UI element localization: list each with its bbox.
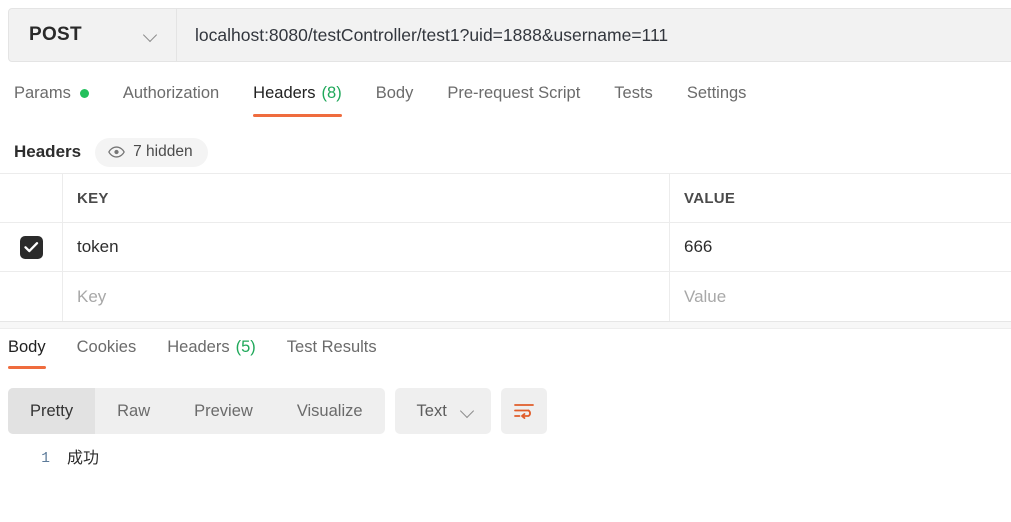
- column-header-key: KEY: [63, 174, 670, 222]
- header-key-value: token: [77, 237, 119, 256]
- chevron-down-icon: [461, 404, 475, 418]
- table-row: Key Value: [0, 272, 1011, 321]
- headers-section-title: Headers: [14, 142, 82, 161]
- url-text: localhost:8080/testController/test1?uid=…: [195, 24, 669, 45]
- view-mode-visualize[interactable]: Visualize: [275, 388, 385, 434]
- tab-body[interactable]: Body: [376, 80, 414, 117]
- tab-pre-request-script-label: Pre-request Script: [447, 84, 581, 102]
- hidden-headers-label: 7 hidden: [133, 143, 193, 160]
- new-header-key-placeholder: Key: [77, 286, 107, 306]
- response-tab-headers[interactable]: Headers (5): [167, 336, 256, 369]
- header-enabled-checkbox[interactable]: [19, 235, 43, 259]
- header-value-value: 666: [684, 237, 713, 256]
- response-tab-cookies-label: Cookies: [76, 338, 137, 356]
- tab-pre-request-script[interactable]: Pre-request Script: [447, 80, 580, 117]
- line-content: 成功: [67, 450, 100, 468]
- view-mode-raw-label: Raw: [117, 401, 151, 420]
- tab-settings[interactable]: Settings: [687, 80, 747, 117]
- response-format-select[interactable]: Text: [394, 388, 491, 434]
- tab-body-label: Body: [375, 84, 414, 102]
- params-modified-dot-icon: [79, 89, 89, 98]
- eye-icon: [108, 146, 125, 158]
- new-header-value-input[interactable]: Value: [670, 272, 1011, 321]
- response-tab-headers-label: Headers: [167, 338, 230, 356]
- word-wrap-button[interactable]: [500, 388, 547, 434]
- view-mode-raw[interactable]: Raw: [95, 388, 172, 434]
- headers-table: KEY VALUE token 666 Key Value: [0, 173, 1011, 322]
- row-checkbox-cell: [0, 223, 63, 271]
- hidden-headers-toggle[interactable]: 7 hidden: [95, 137, 208, 167]
- request-tabs: Params Authorization Headers (8) Body Pr…: [0, 80, 1011, 125]
- code-line: 1 成功: [0, 446, 1011, 472]
- tab-headers-count: (8): [321, 84, 342, 102]
- response-body-viewer[interactable]: 1 成功: [0, 446, 1011, 522]
- tab-authorization[interactable]: Authorization: [123, 80, 219, 117]
- tab-tests[interactable]: Tests: [614, 80, 653, 117]
- view-mode-preview[interactable]: Preview: [172, 388, 275, 434]
- tab-settings-label: Settings: [686, 84, 747, 102]
- tab-authorization-label: Authorization: [122, 84, 220, 102]
- tab-tests-label: Tests: [614, 84, 653, 102]
- headers-subheader: Headers 7 hidden: [0, 133, 1011, 171]
- tab-params[interactable]: Params: [14, 80, 89, 117]
- new-header-value-placeholder: Value: [684, 286, 727, 306]
- new-header-key-input[interactable]: Key: [63, 272, 670, 321]
- column-header-value-label: VALUE: [684, 189, 736, 207]
- response-tab-test-results[interactable]: Test Results: [287, 336, 377, 369]
- response-view-mode-group: Pretty Raw Preview Visualize: [8, 388, 385, 434]
- tab-headers[interactable]: Headers (8): [253, 80, 342, 117]
- postman-request-response-pane: POST localhost:8080/testController/test1…: [0, 0, 1011, 522]
- pane-divider-line: [0, 328, 1011, 329]
- view-mode-pretty-label: Pretty: [30, 401, 74, 420]
- url-row: POST localhost:8080/testController/test1…: [8, 8, 1011, 62]
- table-row: token 666: [0, 223, 1011, 272]
- chevron-down-icon: [144, 28, 158, 42]
- response-tab-body[interactable]: Body: [8, 336, 46, 369]
- view-mode-pretty[interactable]: Pretty: [8, 388, 96, 434]
- column-header-value: VALUE: [670, 174, 1011, 222]
- response-tab-body-label: Body: [8, 338, 46, 356]
- view-mode-preview-label: Preview: [194, 401, 253, 420]
- response-tab-test-results-label: Test Results: [286, 338, 377, 356]
- tab-params-label: Params: [14, 84, 71, 102]
- response-tab-cookies[interactable]: Cookies: [77, 336, 137, 369]
- table-header-row: KEY VALUE: [0, 174, 1011, 223]
- response-format-toolbar: Pretty Raw Preview Visualize Text: [8, 388, 547, 434]
- http-method-selector[interactable]: POST: [8, 8, 177, 62]
- response-format-value: Text: [416, 401, 447, 420]
- view-mode-visualize-label: Visualize: [296, 401, 363, 420]
- column-header-key-label: KEY: [77, 189, 109, 207]
- tab-headers-label: Headers: [253, 84, 316, 102]
- url-input[interactable]: localhost:8080/testController/test1?uid=…: [177, 8, 1011, 62]
- http-method-label: POST: [29, 24, 82, 45]
- word-wrap-icon: [513, 404, 534, 419]
- row-checkbox-cell-empty: [0, 272, 63, 321]
- header-checkbox-cell: [0, 174, 63, 222]
- header-value-input[interactable]: 666: [670, 223, 1011, 271]
- header-key-input[interactable]: token: [63, 223, 670, 271]
- response-tab-headers-count: (5): [235, 338, 256, 356]
- line-number: 1: [41, 451, 50, 467]
- check-icon: [23, 241, 38, 252]
- response-tabs: Body Cookies Headers (5) Test Results: [0, 336, 1011, 376]
